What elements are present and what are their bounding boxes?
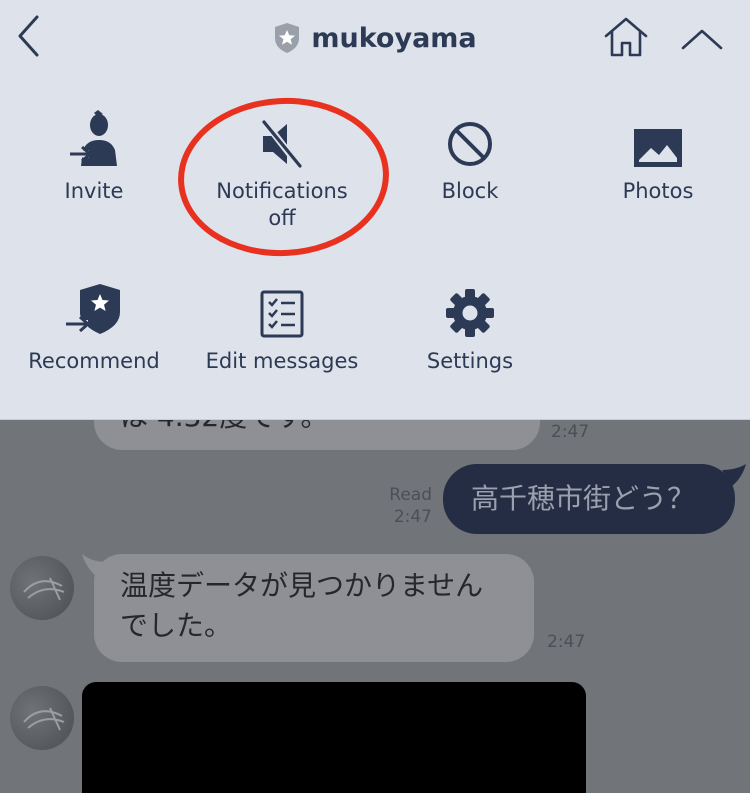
- collapse-button[interactable]: [680, 22, 724, 56]
- menu-item-settings[interactable]: Settings: [400, 278, 540, 375]
- bubble-tail: [722, 464, 746, 486]
- menu-item-label: Photos: [622, 179, 694, 203]
- message-time: 2:47: [551, 422, 590, 442]
- edit-messages-icon: [260, 290, 304, 338]
- outgoing-message-bubble[interactable]: 高千穂市街どう？: [443, 464, 735, 534]
- menu-item-recommend[interactable]: Recommend: [20, 278, 168, 375]
- read-receipt: Read 2:47: [378, 484, 432, 528]
- menu-item-block[interactable]: Block: [400, 108, 540, 205]
- menu-item-label: Recommend: [28, 349, 160, 373]
- menu-item-label: Invite: [64, 179, 124, 203]
- home-icon: [604, 17, 648, 57]
- menu-item-edit-messages[interactable]: Edit messages: [190, 278, 374, 375]
- message-text: は 4.32度です。: [120, 420, 328, 433]
- media-message[interactable]: [82, 682, 586, 793]
- chat-menu-panel: mukoyama Invite Notifications off Block …: [0, 0, 750, 420]
- home-button[interactable]: [600, 14, 652, 60]
- avatar[interactable]: [10, 556, 74, 620]
- menu-item-invite[interactable]: Invite: [24, 108, 164, 205]
- recommend-icon: [66, 284, 120, 334]
- menu-item-label: Block: [441, 179, 499, 203]
- invite-user-icon: [70, 110, 117, 166]
- menu-item-label: Settings: [426, 349, 514, 373]
- chevron-up-icon: [681, 29, 723, 50]
- shield-star-icon: [275, 23, 300, 53]
- avatar[interactable]: [10, 686, 74, 750]
- menu-item-photos[interactable]: Photos: [588, 108, 728, 205]
- chat-area[interactable]: は 4.32度です。 2:47 Read 2:47 高千穂市街どう？ 温度データ…: [0, 420, 750, 793]
- photos-icon: [634, 129, 682, 167]
- message-text: 温度データが見つかりませんでした。: [120, 569, 484, 642]
- message-text: 高千穂市街どう？: [471, 482, 696, 515]
- incoming-message-bubble[interactable]: 温度データが見つかりませんでした。: [94, 554, 534, 662]
- chat-title: mukoyama: [311, 22, 477, 54]
- read-label: Read: [389, 485, 432, 505]
- gear-icon: [446, 289, 494, 337]
- message-time: 2:47: [393, 507, 432, 527]
- incoming-message-bubble[interactable]: は 4.32度です。: [94, 420, 540, 450]
- menu-item-label: Edit messages: [205, 349, 359, 373]
- message-time: 2:47: [547, 632, 586, 652]
- block-icon: [448, 122, 492, 166]
